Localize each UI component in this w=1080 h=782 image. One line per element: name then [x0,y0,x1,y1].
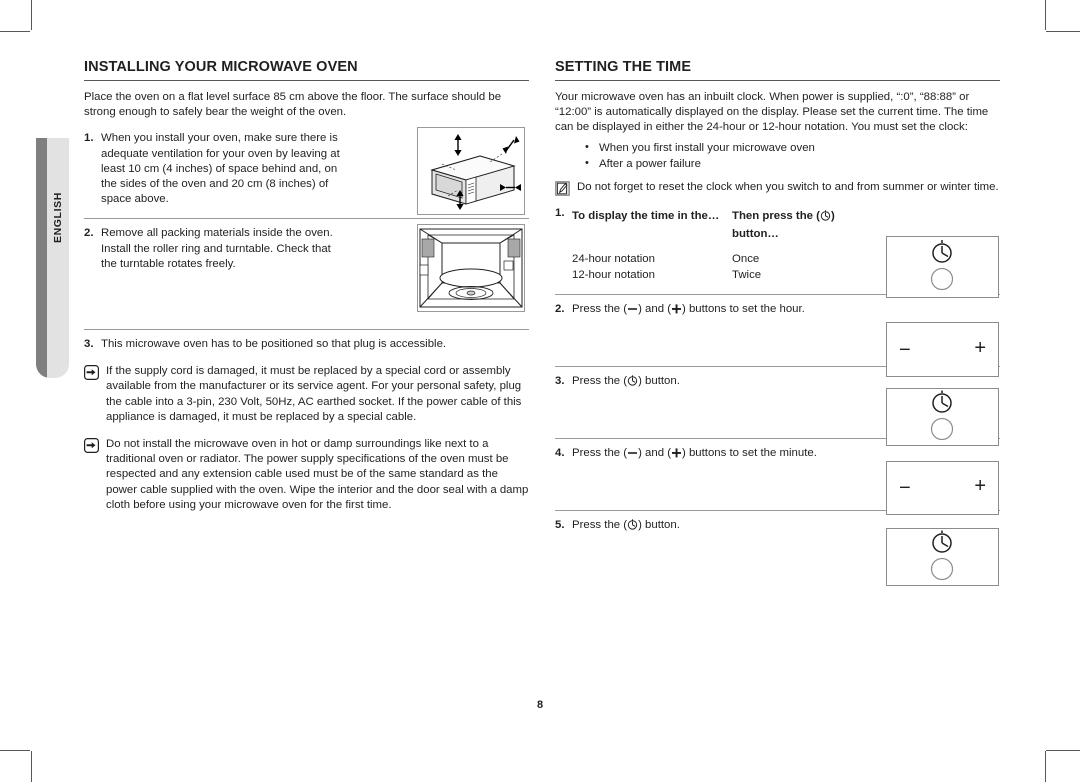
list-item: When you first install your microwave ov… [585,139,1000,156]
crop-mark-bottom-right-horizontal [1046,750,1080,751]
time-step-3-number: 3. [555,374,565,387]
pointing-hand-icon [84,365,100,381]
table-row: 24-hour notation Once [572,251,882,267]
install-divider-1 [84,218,529,220]
pointing-hand-icon [84,438,100,454]
setting-time-note: Do not forget to reset the clock when yo… [555,180,1000,196]
figure-oven-cavity [417,224,525,312]
time-step-4-number: 4. [555,447,565,460]
install-note-1-text: If the supply cord is damaged, it must b… [106,365,522,423]
time-step-4-text-before: Press the ( [572,447,628,460]
table-cell-press-twice: Twice [732,268,762,281]
time-step-5-number: 5. [555,519,565,532]
time-step-2-text-before: Press the ( [572,302,628,315]
install-step-3: 3. This microwave oven has to be positio… [84,337,529,352]
panel-plus-label: + [974,475,986,497]
table-header-display-time: To display the time in the… [572,209,720,222]
crop-mark-bottom-left-horizontal [0,750,30,751]
panel-minus-label: − [899,477,911,499]
panel-minus-plus-step4: − + [886,461,999,515]
install-step-3-text: This microwave oven has to be positioned… [101,338,447,351]
language-side-tab: ENGLISH [36,138,69,378]
setting-time-bullet-list: When you first install your microwave ov… [555,139,1000,172]
time-step-4-text-mid: ) and ( [638,447,671,460]
side-tab-spine [36,138,47,378]
table-header-then-press-prefix: Then press the ( [732,209,820,222]
clock-icon [820,210,831,226]
time-step-1-column-a: To display the time in the… [572,208,732,242]
panel-minus-label: − [899,339,911,361]
panel-plus-label: + [974,337,986,359]
time-step-1-table: To display the time in the… Then press t… [572,208,882,242]
time-step-1-number: 1. [555,206,565,219]
minus-icon [627,303,638,319]
clock-icon [627,375,638,391]
install-step-3-number: 3. [84,338,94,351]
time-step-2-text-mid: ) and ( [638,302,671,315]
install-divider-2 [84,329,529,331]
clock-button-graphic [930,390,954,441]
setting-time-intro-text: Your microwave oven has an inbuilt clock… [555,91,989,134]
note-pencil-icon [555,180,570,196]
list-item: After a power failure [585,155,1000,172]
install-note-1: If the supply cord is damaged, it must b… [84,364,529,425]
plus-icon [671,447,682,463]
plus-icon [671,303,682,319]
time-step-2-text-after: ) buttons to set the hour. [682,302,805,315]
time-step-1-row-group: 24-hour notation Once 12-hour notation T… [572,251,882,283]
install-step-1-text: When you install your oven, make sure th… [101,132,340,206]
panel-clock-button-step3 [886,388,999,446]
panel-minus-plus-step2: − + [886,322,999,377]
installing-intro-text: Place the oven on a flat level surface 8… [84,91,502,119]
time-step-2: 2. Press the ( ) and ( ) buttons to set th… [555,302,1000,319]
clock-button-graphic [930,530,954,581]
oven-clearance-diagram [430,134,521,210]
figure-oven-clearance [417,127,525,215]
time-step-4-text-after: ) buttons to set the minute. [682,447,817,460]
table-row: 12-hour notation Twice [572,267,882,283]
page-title-installing: INSTALLING YOUR MICROWAVE OVEN [84,58,529,81]
crop-mark-top-left-vertical [31,0,32,30]
time-step-3-text-after: ) button. [638,374,680,387]
table-header-then-press: Then press the () button… [732,208,882,242]
crop-mark-top-right-vertical [1045,0,1046,30]
install-note-2: Do not install the microwave oven in hot… [84,437,529,513]
page-title-setting-time: SETTING THE TIME [555,58,1000,81]
panel-clock-button-step1 [886,236,999,298]
table-cell-notation-24: 24-hour notation [572,252,655,265]
time-step-5-text-before: Press the ( [572,519,628,532]
crop-mark-top-left-horizontal [0,31,30,32]
side-tab-label: ENGLISH [52,192,64,244]
minus-icon [627,447,638,463]
install-step-1-number: 1. [84,132,94,145]
oven-cavity-turntable-diagram [419,228,523,308]
time-step-3-text-before: Press the ( [572,374,628,387]
time-step-2-number: 2. [555,302,565,315]
crop-mark-bottom-left-vertical [31,751,32,782]
crop-mark-bottom-right-vertical [1045,751,1046,782]
clock-icon [627,519,638,535]
time-step-5-text-after: ) button. [638,519,680,532]
crop-mark-top-right-horizontal [1046,31,1080,32]
setting-time-note-text: Do not forget to reset the clock when yo… [577,180,999,193]
table-cell-notation-12: 12-hour notation [572,268,655,281]
install-step-2-text: Remove all packing materials inside the … [101,227,333,270]
panel-clock-button-step5 [886,528,999,586]
page-number: 8 [536,699,544,711]
install-note-2-text: Do not install the microwave oven in hot… [106,438,529,511]
time-step-2-text: Press the ( ) and ( ) buttons to set the h… [572,302,1000,319]
install-step-2-number: 2. [84,227,94,240]
time-step-1-column-b: Then press the () button… [732,208,882,242]
clock-button-graphic [930,240,954,291]
table-cell-press-once: Once [732,252,760,265]
